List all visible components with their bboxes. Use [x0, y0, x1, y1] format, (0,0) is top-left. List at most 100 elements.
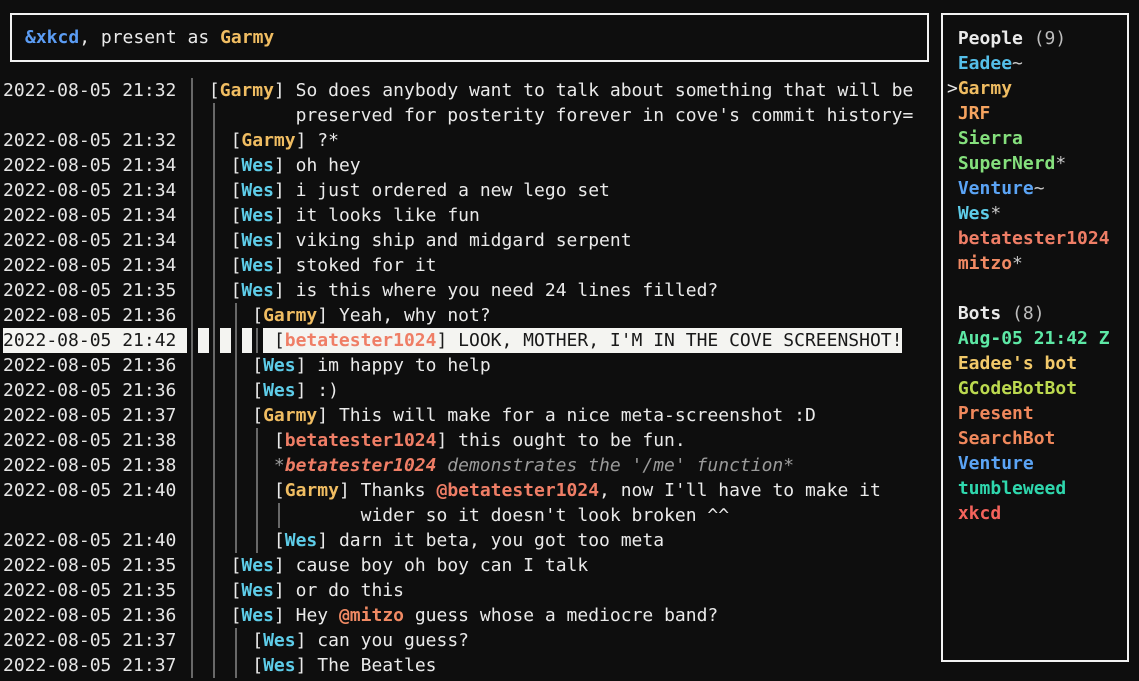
member-status-suffix: *: [1012, 253, 1023, 274]
timestamp: 2022-08-05 21:32: [3, 128, 187, 153]
thread-guide: [231, 428, 253, 453]
section-count: (9): [1034, 28, 1067, 49]
chat-line[interactable]: 2022-08-05 21:34[Wes] i just ordered a n…: [3, 178, 913, 203]
member-status-suffix: *: [990, 203, 1001, 224]
message-segment: Yeah, why not?: [339, 305, 491, 326]
member-list-item[interactable]: SuperNerd*: [947, 151, 1127, 176]
thread-guide: [187, 603, 209, 628]
nick-segment: @mitzo: [339, 605, 404, 626]
thread-guide: [209, 178, 231, 203]
message-text: [Wes] it looks like fun: [231, 203, 480, 228]
timestamp: 2022-08-05 21:40: [3, 528, 187, 553]
message-segment: ]: [296, 380, 318, 401]
message-segment: ]: [274, 230, 296, 251]
message-text: [Wes] viking ship and midgard serpent: [231, 228, 632, 253]
thread-guide: [187, 378, 209, 403]
chat-line[interactable]: 2022-08-05 21:40[Garmy] Thanks @betatest…: [3, 478, 913, 503]
message-segment: [: [252, 355, 263, 376]
chat-line[interactable]: wider so it doesn't look broken ^^: [3, 503, 913, 528]
chat-line[interactable]: 2022-08-05 21:35[Wes] is this where you …: [3, 278, 913, 303]
timestamp: 2022-08-05 21:38: [3, 428, 187, 453]
chat-line[interactable]: 2022-08-05 21:35[Wes] cause boy oh boy c…: [3, 553, 913, 578]
chat-line[interactable]: 2022-08-05 21:35[Wes] or do this: [3, 578, 913, 603]
member-list-item[interactable]: SearchBot: [947, 426, 1127, 451]
timestamp: 2022-08-05 21:32: [3, 78, 187, 103]
thread-guide: [187, 453, 209, 478]
chat-line[interactable]: 2022-08-05 21:32[Garmy] ?*: [3, 128, 913, 153]
message-segment: [: [231, 580, 242, 601]
member-list-item[interactable]: Venture: [947, 451, 1127, 476]
message-segment: [: [231, 180, 242, 201]
sidebar-section-title: Bots (8): [947, 301, 1127, 326]
chat-line[interactable]: 2022-08-05 21:37[Wes] The Beatles: [3, 653, 913, 678]
member-list-item[interactable]: JRF: [947, 101, 1127, 126]
message-segment: [: [252, 630, 263, 651]
chat-line[interactable]: 2022-08-05 21:38[betatester1024] this ou…: [3, 428, 913, 453]
member-list-item[interactable]: Eadee's bot: [947, 351, 1127, 376]
member-list-item[interactable]: >Garmy: [947, 76, 1127, 101]
chat-line[interactable]: 2022-08-05 21:34[Wes] viking ship and mi…: [3, 228, 913, 253]
marker-space: [947, 153, 958, 174]
nick-segment: betatester1024: [285, 330, 437, 351]
member-sidebar[interactable]: People (9) Eadee~>Garmy JRF Sierra Super…: [941, 13, 1129, 662]
message-segment: ]: [436, 330, 458, 351]
marker-space: [947, 203, 958, 224]
thread-guide: [252, 428, 274, 453]
member-list-item[interactable]: Eadee~: [947, 51, 1127, 76]
nick-segment: Wes: [285, 530, 318, 551]
member-list-item[interactable]: Present: [947, 401, 1127, 426]
chat-line[interactable]: 2022-08-05 21:36[Wes] :): [3, 378, 913, 403]
nick-segment: Garmy: [241, 130, 295, 151]
member-list-item[interactable]: betatester1024: [947, 226, 1127, 251]
message-text: [Wes] im happy to help: [252, 353, 490, 378]
message-text: [Wes] i just ordered a new lego set: [231, 178, 610, 203]
message-text: [betatester1024] LOOK, MOTHER, I'M IN TH…: [274, 328, 903, 353]
section-count: (8): [1012, 303, 1045, 324]
thread-guide: [187, 353, 209, 378]
message-text: *betatester1024 demonstrates the '/me' f…: [274, 453, 794, 478]
message-segment: [: [231, 155, 242, 176]
member-list-item[interactable]: tumbleweed: [947, 476, 1127, 501]
marker-space: [947, 403, 958, 424]
chat-line[interactable]: 2022-08-05 21:37[Wes] can you guess?: [3, 628, 913, 653]
nick-segment: Wes: [263, 355, 296, 376]
chat-line-selected[interactable]: 2022-08-05 21:42[betatester1024] LOOK, M…: [3, 328, 913, 353]
chat-line[interactable]: 2022-08-05 21:32[Garmy] So does anybody …: [3, 78, 913, 103]
thread-guide: [187, 428, 209, 453]
member-list-item[interactable]: Sierra: [947, 126, 1127, 151]
message-segment: ]: [274, 605, 296, 626]
chat-line[interactable]: 2022-08-05 21:36[Wes] im happy to help: [3, 353, 913, 378]
member-list-item[interactable]: Aug-05 21:42 Z: [947, 326, 1127, 351]
message-segment: ]: [317, 405, 339, 426]
message-segment: darn it beta, you got too meta: [339, 530, 664, 551]
thread-guide: [209, 453, 231, 478]
chat-line[interactable]: 2022-08-05 21:34[Wes] oh hey: [3, 153, 913, 178]
nick-segment: Wes: [241, 230, 274, 251]
member-list-item[interactable]: Venture~: [947, 176, 1127, 201]
chat-line[interactable]: 2022-08-05 21:40[Wes] darn it beta, you …: [3, 528, 913, 553]
thread-guide: [209, 103, 231, 128]
nick-segment: betatester1024: [285, 430, 437, 451]
message-segment: ]: [317, 305, 339, 326]
chat-line[interactable]: 2022-08-05 21:34[Wes] stoked for it: [3, 253, 913, 278]
chat-line[interactable]: 2022-08-05 21:36[Garmy] Yeah, why not?: [3, 303, 913, 328]
chat-line[interactable]: 2022-08-05 21:38*betatester1024 demonstr…: [3, 453, 913, 478]
thread-guide: [209, 253, 231, 278]
nick-segment: Wes: [241, 255, 274, 276]
chat-line[interactable]: 2022-08-05 21:37[Garmy] This will make f…: [3, 403, 913, 428]
chat-line[interactable]: 2022-08-05 21:36[Wes] Hey @mitzo guess w…: [3, 603, 913, 628]
chat-message-area[interactable]: 2022-08-05 21:32[Garmy] So does anybody …: [3, 78, 913, 678]
chat-line[interactable]: preserved for posterity forever in cove'…: [3, 103, 913, 128]
member-list-item[interactable]: GCodeBotBot: [947, 376, 1127, 401]
member-list-item[interactable]: xkcd: [947, 501, 1127, 526]
nick-segment: Wes: [241, 580, 274, 601]
nick-segment: Wes: [241, 180, 274, 201]
marker-space: [947, 103, 958, 124]
member-list-item[interactable]: Wes*: [947, 201, 1127, 226]
thread-guide: [209, 578, 231, 603]
message-segment: ]: [296, 630, 318, 651]
chat-line[interactable]: 2022-08-05 21:34[Wes] it looks like fun: [3, 203, 913, 228]
member-list-item[interactable]: mitzo*: [947, 251, 1127, 276]
thread-guide: [209, 378, 231, 403]
message-segment: ]: [274, 555, 296, 576]
